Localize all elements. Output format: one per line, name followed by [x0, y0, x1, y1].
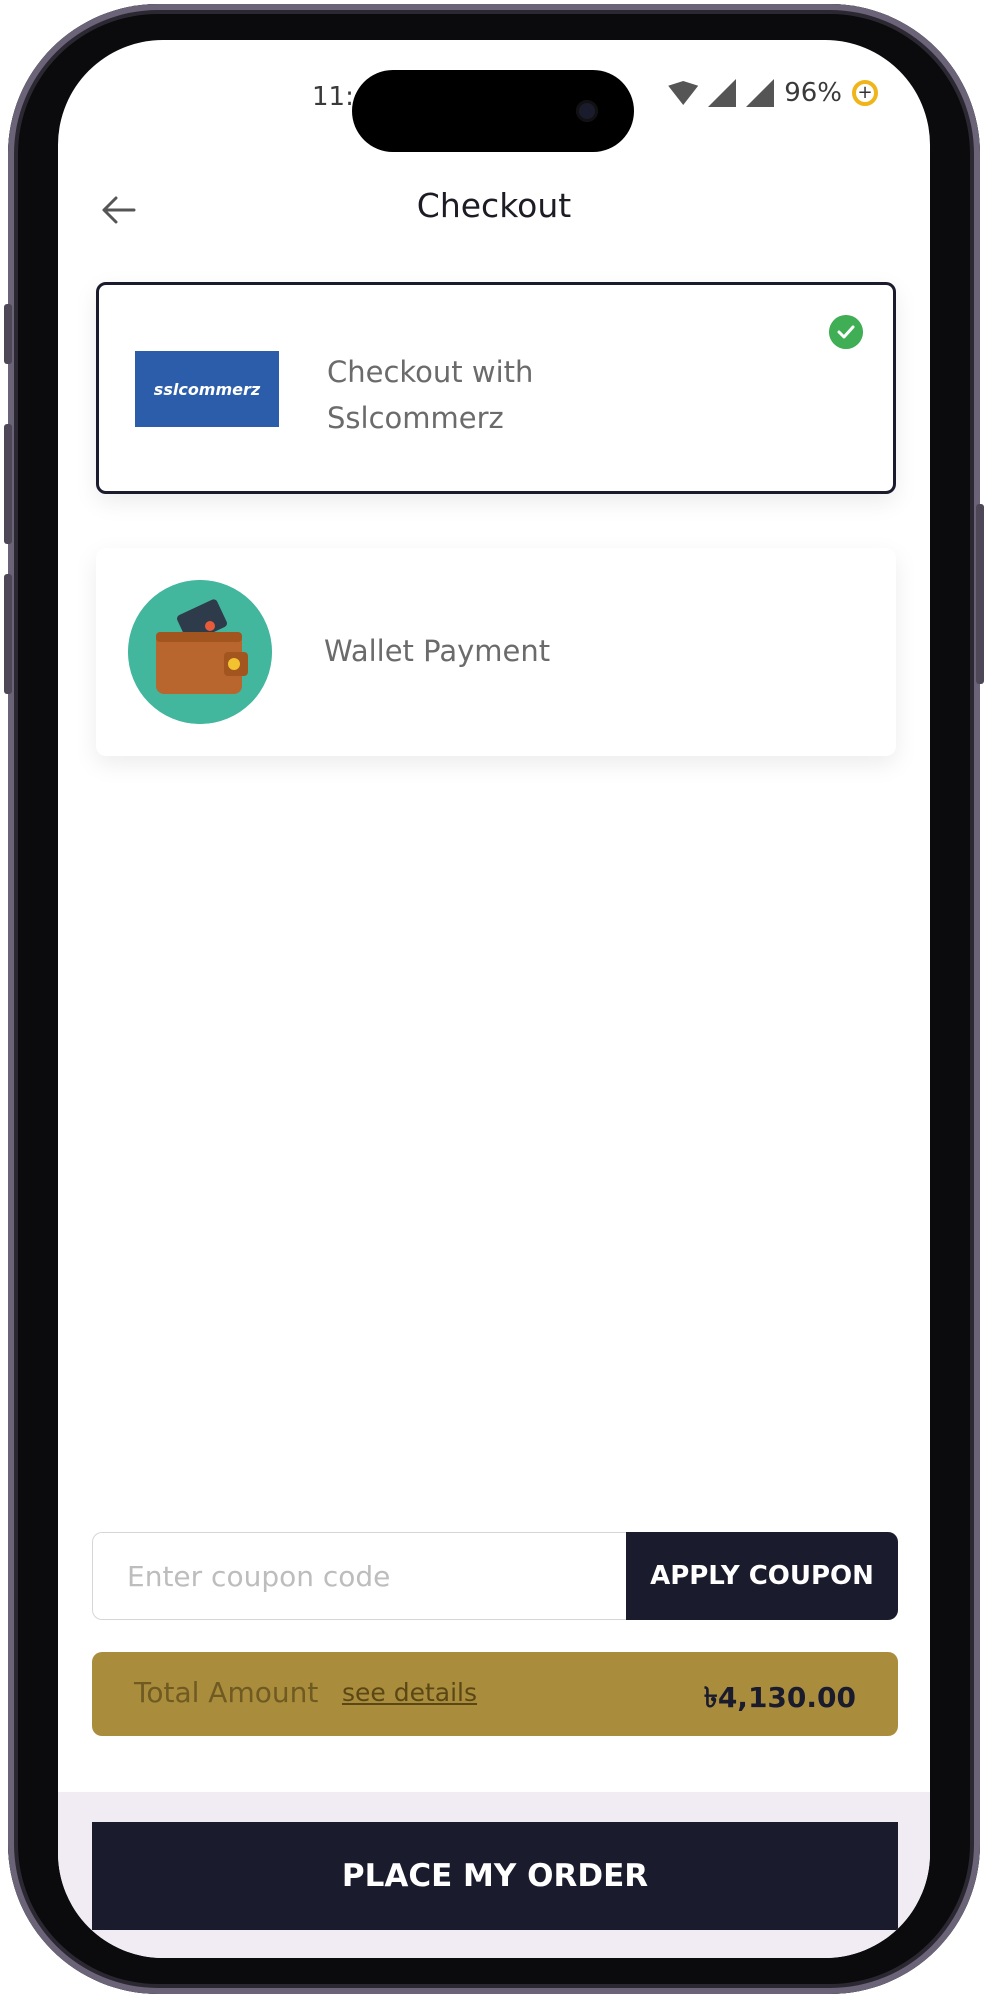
total-amount-value: ৳4,130.00	[703, 1681, 856, 1714]
place-order-button[interactable]: PLACE MY ORDER	[92, 1822, 898, 1930]
payment-option-label: Checkout with	[327, 355, 534, 389]
wifi-icon	[668, 81, 699, 105]
signal-icon	[708, 79, 737, 107]
dynamic-island	[352, 70, 634, 152]
signal-icon	[746, 79, 775, 107]
side-button	[4, 574, 12, 694]
payment-option-sslcommerz[interactable]: sslcommerz Checkout with Sslcommerz	[96, 282, 896, 494]
battery-percent: 96%	[784, 78, 842, 108]
see-details-link[interactable]: see details	[342, 1678, 477, 1707]
payment-option-label: Wallet Payment	[324, 634, 551, 668]
side-button	[4, 424, 12, 544]
status-time: 11:	[312, 82, 354, 112]
check-circle-icon	[829, 315, 863, 349]
battery-saver-icon: +	[852, 80, 878, 106]
payment-option-label: Sslcommerz	[327, 401, 504, 435]
side-button	[4, 304, 12, 364]
coupon-input[interactable]	[92, 1532, 626, 1620]
app-screen: 11: 96% + Checkout sslcommerz Checkout w…	[58, 40, 930, 1958]
side-button	[976, 504, 984, 684]
total-amount-label: Total Amount	[134, 1676, 319, 1709]
bottom-action-bar: PLACE MY ORDER	[58, 1792, 930, 1958]
status-icons: 96% +	[668, 78, 878, 108]
apply-coupon-button[interactable]: APPLY COUPON	[626, 1532, 898, 1620]
camera-icon	[576, 100, 598, 122]
page-title: Checkout	[416, 186, 572, 225]
total-amount-bar: Total Amount see details ৳4,130.00	[92, 1652, 898, 1736]
app-header: Checkout	[58, 170, 930, 250]
coupon-row: APPLY COUPON	[92, 1532, 898, 1620]
payment-option-wallet[interactable]: Wallet Payment	[96, 548, 896, 756]
wallet-icon	[128, 580, 272, 724]
sslcommerz-logo: sslcommerz	[135, 351, 279, 427]
